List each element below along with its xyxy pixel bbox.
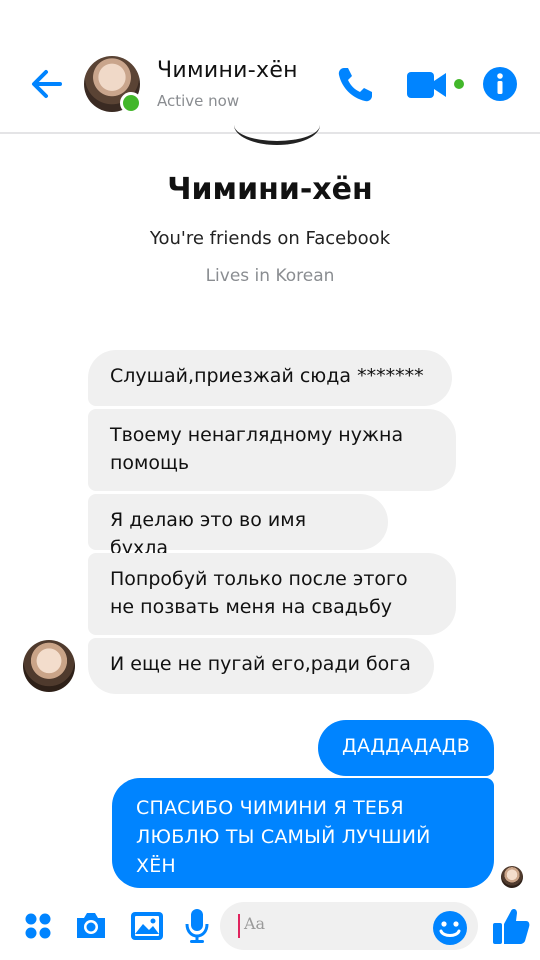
contact-name[interactable]: Чимини-хён bbox=[157, 58, 298, 83]
message-input-placeholder: Aa bbox=[244, 914, 266, 933]
composer-bar: Aa bbox=[0, 896, 540, 960]
profile-picture-edge bbox=[234, 105, 320, 145]
incoming-message[interactable]: И еще не пугай его,ради бога bbox=[88, 638, 434, 694]
profile-name: Чимини-хён bbox=[167, 172, 373, 207]
video-active-dot bbox=[454, 79, 464, 89]
thumbs-up-icon[interactable] bbox=[492, 906, 530, 946]
four-dots-icon[interactable] bbox=[24, 912, 52, 940]
camera-icon[interactable] bbox=[74, 910, 108, 940]
phone-icon[interactable] bbox=[334, 64, 376, 106]
incoming-message[interactable]: Я делаю это во имя бухла bbox=[88, 494, 388, 559]
microphone-icon[interactable] bbox=[184, 908, 210, 944]
outgoing-message[interactable]: ДАДДАДАДВ bbox=[318, 720, 494, 776]
arrow-left-icon[interactable] bbox=[26, 62, 70, 106]
video-camera-icon[interactable] bbox=[406, 68, 448, 102]
image-icon[interactable] bbox=[130, 910, 164, 942]
messenger-chat-screen: Чимини-хён Active now Чимини-хён You're … bbox=[0, 0, 540, 960]
smiley-icon[interactable] bbox=[432, 910, 468, 946]
incoming-message[interactable]: Слушай,приезжай сюда ******* bbox=[88, 350, 452, 406]
online-indicator bbox=[120, 92, 142, 114]
info-icon[interactable] bbox=[482, 66, 518, 102]
profile-friends-text: You're friends on Facebook bbox=[149, 228, 391, 249]
profile-lives-text: Lives in Korean bbox=[205, 266, 335, 286]
incoming-message[interactable]: Попробуй только после этого не позвать м… bbox=[88, 553, 456, 635]
outgoing-message[interactable]: СПАСИБО ЧИМИНИ Я ТЕБЯ ЛЮБЛЮ ТЫ САМЫЙ ЛУЧ… bbox=[112, 778, 494, 888]
active-status: Active now bbox=[157, 92, 240, 110]
text-cursor bbox=[238, 914, 240, 938]
contact-avatar[interactable] bbox=[84, 56, 142, 114]
seen-indicator-avatar bbox=[501, 866, 523, 888]
incoming-message[interactable]: Твоему ненаглядному нужна помощь bbox=[88, 409, 456, 491]
sender-avatar[interactable] bbox=[23, 640, 75, 692]
